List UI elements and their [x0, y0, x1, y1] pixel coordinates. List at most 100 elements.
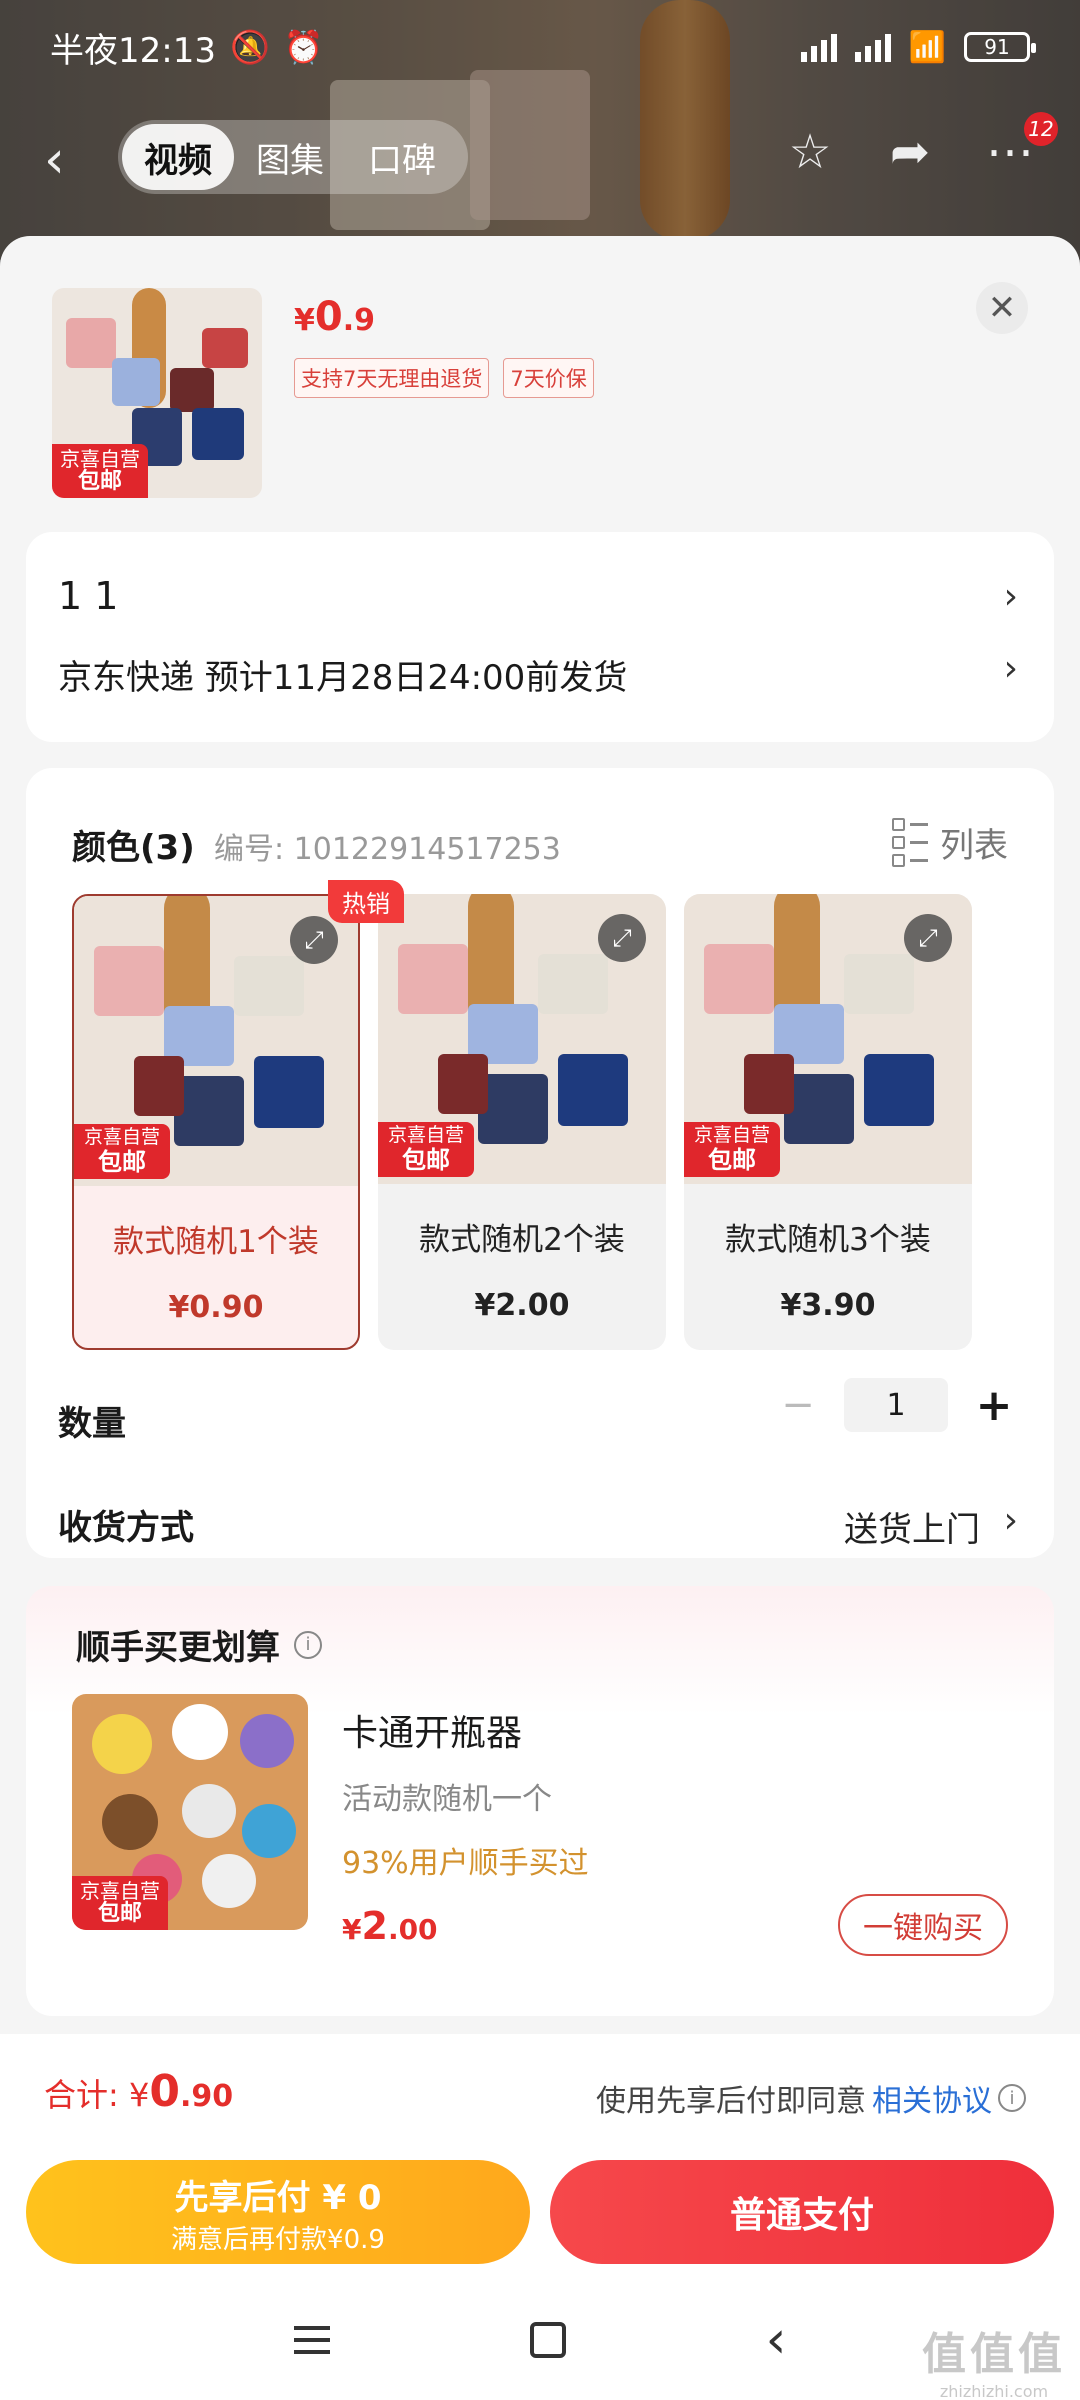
- watermark-url: zhizhizhi.com: [939, 2382, 1049, 2400]
- home-icon[interactable]: [529, 2322, 566, 2358]
- agreement-link[interactable]: 相关协议: [872, 2076, 992, 2120]
- product-thumbnail[interactable]: 京喜自营 包邮: [52, 288, 262, 498]
- option-price: ¥0.90: [168, 1290, 264, 1325]
- hot-sale-badge: 热销: [328, 880, 404, 923]
- upsell-price: ¥2.00: [342, 1904, 438, 1948]
- policy-badges: 支持7天无理由退货 7天价保: [294, 358, 594, 398]
- option-price: ¥2.00: [474, 1288, 570, 1323]
- share-arrow-icon[interactable]: ➦: [880, 124, 940, 180]
- one-click-buy-button[interactable]: 一键购买: [838, 1894, 1008, 1956]
- policy-price-protect-badge: 7天价保: [503, 358, 594, 398]
- tag-free-shipping: 包邮: [708, 1145, 756, 1174]
- product-code: 编号: 10122914517253: [214, 832, 561, 867]
- upsell-card: 顺手买更划算 i 京喜自营 包邮 卡通开瓶器 活动款随机一个 93%用户顺手买过 ¥…: [26, 1586, 1054, 2016]
- product-price: ¥0.9: [294, 294, 375, 340]
- tag-self-operated: 京喜自营: [80, 1878, 160, 1903]
- system-navigation-bar: ‹: [0, 2280, 1080, 2400]
- tab-reviews[interactable]: 口碑: [346, 124, 458, 190]
- option-name: 款式随机1个装: [113, 1224, 319, 1260]
- agreement-notice: 使用先享后付即同意 相关协议 i: [596, 2076, 1026, 2120]
- list-view-toggle[interactable]: 列表: [892, 818, 1008, 867]
- shipping-method-label: 收货方式: [58, 1508, 194, 1548]
- quantity-input[interactable]: 1: [844, 1378, 948, 1432]
- agreement-text: 使用先享后付即同意: [596, 2084, 866, 2119]
- jx-self-operated-tag: 京喜自营 包邮: [72, 1875, 168, 1930]
- upsell-title-text: 顺手买更划算: [76, 1628, 280, 1668]
- minus-icon[interactable]: −: [776, 1382, 820, 1428]
- pay-later-button[interactable]: 先享后付 ¥ 0 满意后再付款¥0.9: [26, 2160, 530, 2264]
- tab-video[interactable]: 视频: [122, 124, 234, 190]
- star-favorite-icon[interactable]: ☆: [780, 124, 840, 180]
- total-decimal: .90: [179, 2079, 234, 2114]
- option-price: ¥3.90: [780, 1288, 876, 1323]
- wifi-icon: 📶: [908, 29, 946, 65]
- upsell-product-subtitle: 活动款随机一个: [342, 1782, 552, 1817]
- list-view-label: 列表: [940, 826, 1008, 866]
- tag-free-shipping: 包邮: [77, 468, 122, 494]
- signal-icon: [800, 32, 837, 62]
- spec-title: 颜色(3): [72, 828, 195, 868]
- upsell-title: 顺手买更划算 i: [76, 1620, 322, 1669]
- tag-self-operated: 京喜自营: [60, 446, 140, 471]
- watermark-logo: 值值值: [922, 2329, 1066, 2380]
- expand-icon[interactable]: ⤢: [598, 914, 646, 962]
- address-card[interactable]: 1 1 › 京东快递 预计11月28日24:00前发货 ›: [26, 532, 1054, 742]
- price-integer: 0: [314, 294, 343, 340]
- tag-free-shipping: 包邮: [97, 1900, 142, 1926]
- status-time: 半夜12:13: [50, 30, 216, 71]
- jx-self-operated-tag: 京喜自营 包邮: [378, 1122, 475, 1178]
- total-symbol: ¥: [128, 2076, 150, 2114]
- mute-bell-icon: 🔕: [229, 28, 270, 66]
- jx-self-operated-tag: 京喜自营 包邮: [52, 443, 148, 498]
- upsell-product-name[interactable]: 卡通开瓶器: [342, 1704, 522, 1756]
- normal-pay-button[interactable]: 普通支付: [550, 2160, 1054, 2264]
- spec-card: 颜色(3) 编号: 10122914517253 列表 热销 ⤢ 京喜自营包邮: [26, 768, 1054, 1558]
- upsell-product-image[interactable]: 京喜自营 包邮: [72, 1694, 308, 1930]
- close-icon[interactable]: ✕: [976, 282, 1028, 334]
- recent-apps-icon[interactable]: [293, 2326, 330, 2354]
- chevron-right-icon: ›: [1003, 648, 1018, 689]
- expand-icon[interactable]: ⤢: [290, 916, 338, 964]
- upsell-purchase-stat: 93%用户顺手买过: [342, 1846, 589, 1881]
- system-back-icon[interactable]: ‹: [766, 2310, 787, 2370]
- more-dots-icon[interactable]: ⋯ 12: [980, 112, 1058, 180]
- tag-free-shipping: 包邮: [98, 1147, 146, 1176]
- delivery-estimate: 京东快递 预计11月28日24:00前发货: [58, 658, 628, 698]
- order-total: 合计: ¥0.90: [44, 2066, 233, 2117]
- price-integer: 2: [361, 1904, 388, 1948]
- spec-option-1[interactable]: ⤢ 京喜自营 包邮 款式随机1个装 ¥0.90: [72, 894, 360, 1350]
- quantity-label: 数量: [58, 1404, 126, 1444]
- spec-option-3[interactable]: ⤢ 京喜自营 包邮 款式随机3个装 ¥3.90: [684, 894, 972, 1350]
- top-navbar: ‹ 视频 图集 口碑 ☆ ➦ ⋯ 12: [0, 110, 1080, 200]
- expand-icon[interactable]: ⤢: [904, 914, 952, 962]
- info-icon[interactable]: i: [998, 2084, 1026, 2112]
- tag-self-operated: 京喜自营: [84, 1126, 161, 1148]
- info-icon[interactable]: i: [294, 1630, 322, 1659]
- shipping-method-value[interactable]: 送货上门: [844, 1502, 980, 1551]
- option-name: 款式随机3个装: [725, 1222, 931, 1258]
- purchase-sheet: 京喜自营 包邮 ¥0.9 支持7天无理由退货 7天价保 ✕ 1 1 › 京东快递 …: [0, 236, 1080, 2036]
- jx-self-operated-tag: 京喜自营 包邮: [74, 1124, 171, 1180]
- media-tabs: 视频 图集 口碑: [118, 120, 468, 194]
- battery-level: 91: [984, 35, 1010, 59]
- watermark: 值值值 zhizhizhi.com: [922, 2318, 1066, 2400]
- back-chevron-icon[interactable]: ‹: [44, 130, 65, 190]
- status-bar: 半夜12:13 🔕 ⏰ 📶 91: [50, 22, 1036, 72]
- price-decimal: .9: [342, 303, 375, 338]
- spec-options: ⤢ 京喜自营 包邮 款式随机1个装 ¥0.90 ⤢ 京喜自营 包邮 款式随机2个装: [72, 894, 972, 1350]
- tag-self-operated: 京喜自营: [388, 1124, 465, 1146]
- tab-gallery[interactable]: 图集: [234, 124, 346, 190]
- chevron-right-icon: ›: [1003, 576, 1018, 617]
- plus-icon[interactable]: +: [972, 1380, 1016, 1431]
- spec-option-2[interactable]: ⤢ 京喜自营 包邮 款式随机2个装 ¥2.00: [378, 894, 666, 1350]
- option-name: 款式随机2个装: [419, 1222, 625, 1258]
- chevron-right-icon[interactable]: ›: [1004, 1500, 1018, 1541]
- total-integer: 0: [149, 2066, 180, 2117]
- price-decimal: .00: [387, 1913, 438, 1946]
- list-icon: [892, 818, 928, 867]
- tag-free-shipping: 包邮: [402, 1145, 450, 1174]
- price-symbol: ¥: [294, 303, 315, 338]
- quantity-stepper: − 1 +: [776, 1378, 1016, 1432]
- notification-badge: 12: [1024, 112, 1058, 146]
- pay-later-label: 先享后付 ¥ 0: [174, 2178, 382, 2218]
